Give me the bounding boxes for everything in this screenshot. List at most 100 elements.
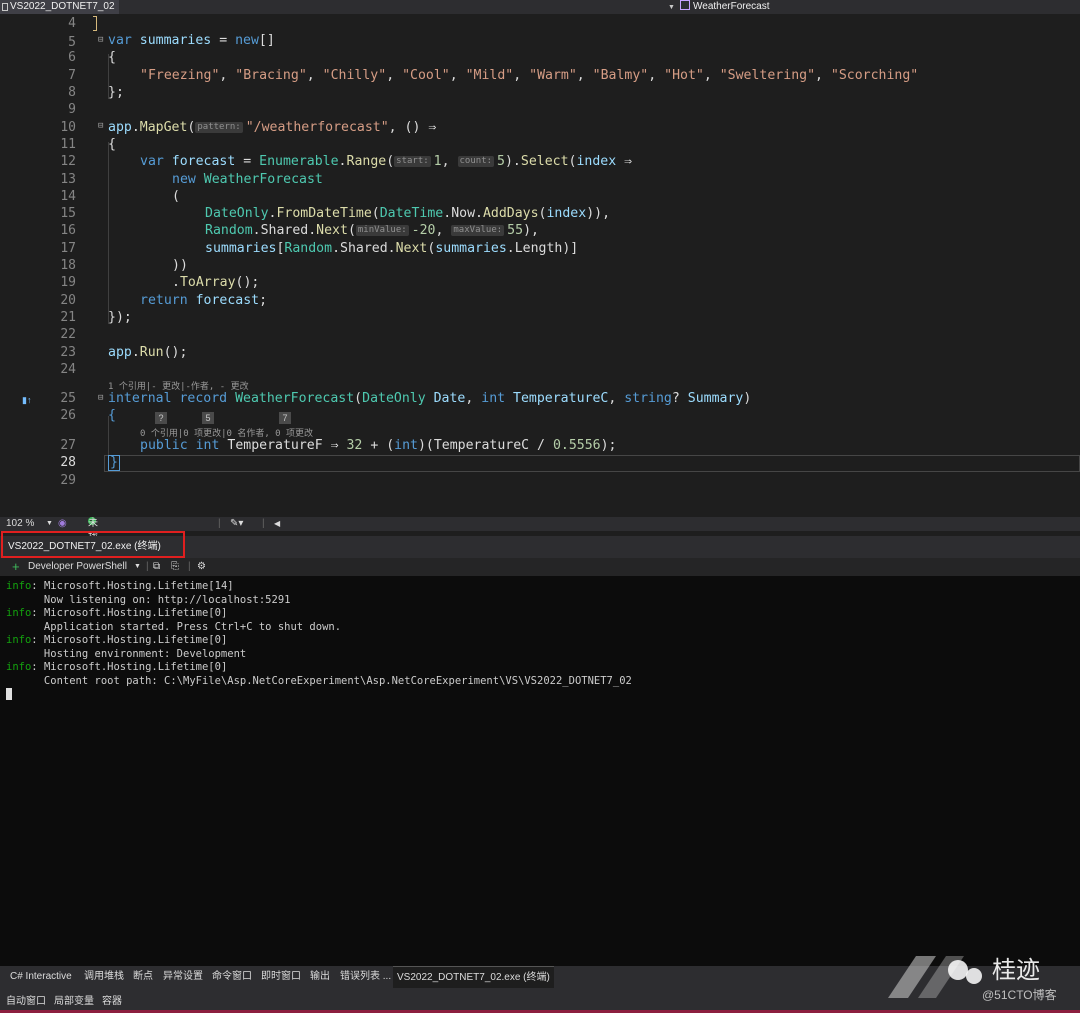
terminal-output[interactable]: info: Microsoft.Hosting.Lifetime[14] Now… xyxy=(0,576,1080,966)
code-line-7: "Freezing", "Bracing", "Chilly", "Cool",… xyxy=(140,68,919,83)
number-literal: 32 xyxy=(346,438,363,453)
terminal-toolbar: + Developer PowerShell ▼ | ⧉ ⎘ | ⚙ xyxy=(0,558,1080,576)
number-literal: 1 xyxy=(433,154,442,169)
log-text: : Microsoft.Hosting.Lifetime[14] xyxy=(31,580,234,592)
punctuation: ; xyxy=(259,293,268,308)
current-line-highlight xyxy=(104,455,1080,472)
tab-locals[interactable]: 局部变量 xyxy=(54,992,94,1007)
separator: | xyxy=(218,518,221,529)
identifier: summaries xyxy=(139,33,212,48)
keyword: int xyxy=(195,438,220,453)
tab-error-list[interactable]: 错误列表 ... xyxy=(340,966,391,988)
line-number: 29 xyxy=(60,473,76,488)
line-number: 15 xyxy=(60,206,76,221)
fold-toggle[interactable]: ⊟ xyxy=(98,393,103,403)
line-number: 21 xyxy=(60,310,76,325)
tab-command-window[interactable]: 命令窗口 xyxy=(212,966,252,988)
string-literal: "Warm" xyxy=(529,68,577,83)
tab-terminal[interactable]: VS2022_DOTNET7_02.exe (终端) xyxy=(393,966,554,988)
fold-toggle[interactable]: ⊟ xyxy=(98,35,103,45)
tab-exception-settings[interactable]: 异常设置 xyxy=(163,966,203,988)
line-number: 16 xyxy=(60,223,76,238)
implementation-icon[interactable]: ▮↑ xyxy=(22,395,31,406)
line-number: 27 xyxy=(60,438,76,453)
keyword: new xyxy=(172,172,196,187)
copilot-icon[interactable]: ◉ xyxy=(58,517,67,531)
code-line-12: var forecast = Enumerable.Range(start: 1,… xyxy=(140,154,632,169)
keyword: var xyxy=(108,33,132,48)
string-literal: "Balmy" xyxy=(592,68,649,83)
terminal-line: info: Microsoft.Hosting.Lifetime[0] xyxy=(6,661,227,673)
punctuation: (); xyxy=(235,275,260,290)
line-number: 19 xyxy=(60,275,76,290)
watermark-name: 桂迹 xyxy=(992,957,1040,984)
tab-autos[interactable]: 自动窗口 xyxy=(6,992,46,1007)
line-number: 25 xyxy=(60,391,76,406)
chevron-down-icon[interactable]: ▼ xyxy=(134,558,141,576)
identifier: app xyxy=(108,345,132,360)
type-name: WeatherForecast xyxy=(203,172,323,187)
tab-call-stack[interactable]: 调用堆栈 xyxy=(84,966,124,988)
method-name: Range xyxy=(346,154,387,169)
log-text: : Microsoft.Hosting.Lifetime[0] xyxy=(31,607,228,619)
operator: ⇒ xyxy=(322,438,347,453)
tab-immediate-window[interactable]: 即时窗口 xyxy=(261,966,301,988)
punctuation: ( xyxy=(354,391,363,406)
punctuation: + ( xyxy=(362,438,395,453)
parameter-hint: start: xyxy=(394,156,431,167)
string-literal: "Sweltering" xyxy=(719,68,816,83)
tab-breakpoints[interactable]: 断点 xyxy=(133,966,153,988)
string-literal: "Cool" xyxy=(402,68,450,83)
paste-icon[interactable]: ⎘ xyxy=(171,558,179,576)
fold-toggle[interactable]: ⊟ xyxy=(98,121,103,131)
punctuation: .Now. xyxy=(443,206,483,221)
identifier: forecast xyxy=(195,293,260,308)
punctuation: . xyxy=(172,275,180,290)
terminal-cursor xyxy=(6,688,12,700)
shell-selector[interactable]: Developer PowerShell xyxy=(28,558,127,576)
punctuation: ( xyxy=(187,120,196,135)
gear-icon[interactable]: ⚙ xyxy=(197,558,206,576)
watermark-site: @51CTO博客 xyxy=(982,988,1057,1002)
chevron-down-icon[interactable]: ▼ xyxy=(46,517,53,531)
punctuation: [] xyxy=(258,33,275,48)
type-name: Enumerable xyxy=(259,154,339,169)
code-cleanup-icon[interactable]: ✎▾ xyxy=(230,517,243,531)
tab-watch[interactable]: 容器 xyxy=(102,992,122,1007)
punctuation: ( xyxy=(347,223,356,238)
code-line-6: { xyxy=(108,50,116,65)
project-name: VS2022_DOTNET7_02 xyxy=(10,1,115,12)
zoom-level[interactable]: 102 % xyxy=(6,517,34,531)
type-name: WeatherForecast xyxy=(235,391,355,406)
identifier: index xyxy=(546,206,587,221)
member-dropdown[interactable]: ▼ WeatherForecast xyxy=(668,0,770,14)
string-literal: "Chilly" xyxy=(322,68,387,83)
string-literal: "Freezing" xyxy=(140,68,220,83)
identifier: forecast xyxy=(171,154,236,169)
parameter-hint: count: xyxy=(457,156,495,167)
parameter-hint: pattern: xyxy=(195,122,243,133)
code-line-10: app.MapGet(pattern: "/weatherforecast", (… xyxy=(108,120,436,135)
method-name: MapGet xyxy=(139,120,188,135)
number-literal: 5 xyxy=(497,154,505,169)
chevron-down-icon: ▼ xyxy=(668,4,675,11)
identifier: index xyxy=(576,154,617,169)
code-editor[interactable]: ▮↑ 4 5 6 7 8 9 10 11 12 13 14 15 16 17 18 19 20 21 22 23 24 2… xyxy=(0,14,1080,517)
code-line-18: )) xyxy=(172,258,188,273)
punctuation: , xyxy=(608,391,625,406)
string-literal: "Bracing" xyxy=(235,68,307,83)
method-name: Select xyxy=(520,154,569,169)
operator: = xyxy=(235,154,260,169)
line-number: 22 xyxy=(60,327,76,342)
log-level: info xyxy=(6,580,32,592)
watermark-logo xyxy=(888,956,982,998)
project-dropdown[interactable]: VS2022_DOTNET7_02 xyxy=(0,0,119,14)
scroll-left-icon[interactable]: ◀ xyxy=(274,517,280,531)
class-icon xyxy=(680,0,690,10)
punctuation: .Shared. xyxy=(332,241,396,256)
copy-icon[interactable]: ⧉ xyxy=(153,558,160,576)
keyword: var xyxy=(140,154,164,169)
tab-output[interactable]: 输出 xyxy=(310,966,330,988)
tab-csharp-interactive[interactable]: C# Interactive xyxy=(10,966,72,988)
add-icon[interactable]: + xyxy=(12,558,20,576)
